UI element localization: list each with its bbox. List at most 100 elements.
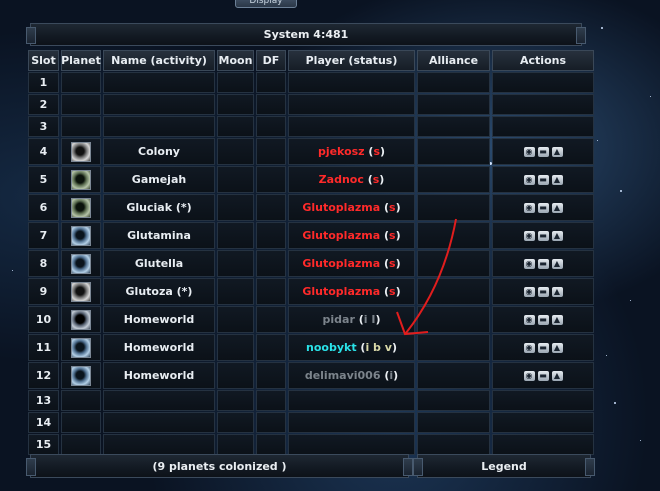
eye-icon[interactable]: ◉ — [523, 174, 535, 185]
planet-image[interactable] — [71, 169, 91, 190]
slot-cell: 4 — [28, 138, 59, 165]
message-icon[interactable]: ▬ — [537, 146, 549, 157]
planet-image[interactable] — [71, 197, 91, 218]
planet-image[interactable] — [71, 309, 91, 330]
player-cell: pjekosz (s) — [288, 138, 415, 165]
message-icon[interactable]: ▬ — [537, 174, 549, 185]
planet-name-cell[interactable]: Gamejah — [103, 166, 215, 193]
actions-cell — [492, 72, 594, 93]
status-open-paren: ( — [380, 369, 390, 382]
table-row: 12 Homeworld delimavi006 (i) ◉ ▬ ▲ — [28, 362, 596, 389]
planet-name-cell[interactable]: Glutamina — [103, 222, 215, 249]
table-row: 3 — [28, 116, 596, 137]
buddy-icon[interactable]: ▲ — [551, 286, 563, 297]
eye-icon[interactable]: ◉ — [523, 230, 535, 241]
message-icon[interactable]: ▬ — [537, 314, 549, 325]
table-row: 8 Glutella Glutoplazma (s) ◉ ▬ ▲ — [28, 250, 596, 277]
buddy-icon[interactable]: ▲ — [551, 230, 563, 241]
planet-name-cell[interactable]: Gluciak (*) — [103, 194, 215, 221]
slot-cell: 9 — [28, 278, 59, 305]
player-cell: Glutoplazma (s) — [288, 250, 415, 277]
eye-icon[interactable]: ◉ — [523, 146, 535, 157]
planet-cell — [61, 434, 101, 455]
moon-cell — [217, 412, 254, 433]
eye-icon[interactable]: ◉ — [523, 286, 535, 297]
moon-cell — [217, 138, 254, 165]
buddy-icon[interactable]: ▲ — [551, 314, 563, 325]
buddy-icon[interactable]: ▲ — [551, 174, 563, 185]
player-name[interactable]: delimavi006 — [305, 369, 381, 382]
planet-name-cell[interactable]: Homeworld — [103, 306, 215, 333]
buddy-icon[interactable]: ▲ — [551, 258, 563, 269]
debris-cell — [256, 434, 286, 455]
player-name[interactable]: Glutoplazma — [302, 229, 380, 242]
planet-cell — [61, 166, 101, 193]
eye-icon[interactable]: ◉ — [523, 370, 535, 381]
planet-name-cell[interactable]: Glutoza (*) — [103, 278, 215, 305]
status-close-paren: ) — [395, 229, 401, 242]
message-icon[interactable]: ▬ — [537, 230, 549, 241]
table-row: 7 Glutamina Glutoplazma (s) ◉ ▬ ▲ — [28, 222, 596, 249]
message-icon[interactable]: ▬ — [537, 258, 549, 269]
player-name[interactable]: Glutoplazma — [302, 257, 380, 270]
player-name[interactable]: Glutoplazma — [302, 285, 380, 298]
planet-name-cell[interactable]: Homeworld — [103, 362, 215, 389]
message-icon[interactable]: ▬ — [537, 286, 549, 297]
slot-cell: 14 — [28, 412, 59, 433]
player-name[interactable]: Zadnoc — [319, 173, 364, 186]
star — [12, 270, 13, 271]
player-name[interactable]: pjekosz — [318, 145, 365, 158]
planet-name-cell[interactable]: Glutella — [103, 250, 215, 277]
table-row: 15 — [28, 434, 596, 455]
legend-button[interactable]: Legend — [413, 454, 595, 478]
buddy-icon[interactable]: ▲ — [551, 146, 563, 157]
planet-name-cell[interactable]: Homeworld — [103, 334, 215, 361]
message-icon[interactable]: ▬ — [537, 342, 549, 353]
planet-image[interactable] — [71, 281, 91, 302]
moon-cell — [217, 194, 254, 221]
planet-cell — [61, 116, 101, 137]
planet-name-cell[interactable]: Colony — [103, 138, 215, 165]
player-cell: Glutoplazma (s) — [288, 194, 415, 221]
player-cell: Zadnoc (s) — [288, 166, 415, 193]
planet-name-cell — [103, 390, 215, 411]
message-icon[interactable]: ▬ — [537, 370, 549, 381]
alliance-cell — [417, 166, 490, 193]
moon-cell — [217, 72, 254, 93]
buddy-icon[interactable]: ▲ — [551, 370, 563, 381]
player-cell: noobykt (i b v) — [288, 334, 415, 361]
player-cell — [288, 434, 415, 455]
debris-cell — [256, 72, 286, 93]
player-cell: Glutoplazma (s) — [288, 278, 415, 305]
star — [650, 96, 651, 97]
player-name[interactable]: Glutoplazma — [302, 201, 380, 214]
slot-cell: 6 — [28, 194, 59, 221]
debris-cell — [256, 166, 286, 193]
eye-icon[interactable]: ◉ — [523, 314, 535, 325]
buddy-icon[interactable]: ▲ — [551, 202, 563, 213]
buddy-icon[interactable]: ▲ — [551, 342, 563, 353]
player-name[interactable]: pidar — [323, 313, 355, 326]
player-status: i I — [363, 313, 376, 326]
status-close-paren: ) — [379, 173, 385, 186]
planet-image[interactable] — [71, 253, 91, 274]
player-name[interactable]: noobykt — [306, 341, 357, 354]
alliance-cell — [417, 194, 490, 221]
eye-icon[interactable]: ◉ — [523, 202, 535, 213]
table-row: 11 Homeworld noobykt (i b v) ◉ ▬ ▲ — [28, 334, 596, 361]
display-button[interactable]: Display — [235, 0, 297, 8]
status-open-paren: ( — [363, 173, 373, 186]
planet-cell — [61, 306, 101, 333]
planet-image[interactable] — [71, 225, 91, 246]
planet-image[interactable] — [71, 141, 91, 162]
planet-image[interactable] — [71, 365, 91, 386]
player-cell — [288, 390, 415, 411]
planet-image[interactable] — [71, 337, 91, 358]
debris-cell — [256, 250, 286, 277]
eye-icon[interactable]: ◉ — [523, 342, 535, 353]
message-icon[interactable]: ▬ — [537, 202, 549, 213]
actions-cell: ◉ ▬ ▲ — [492, 166, 594, 193]
status-open-paren: ( — [380, 285, 390, 298]
eye-icon[interactable]: ◉ — [523, 258, 535, 269]
star — [614, 402, 616, 404]
